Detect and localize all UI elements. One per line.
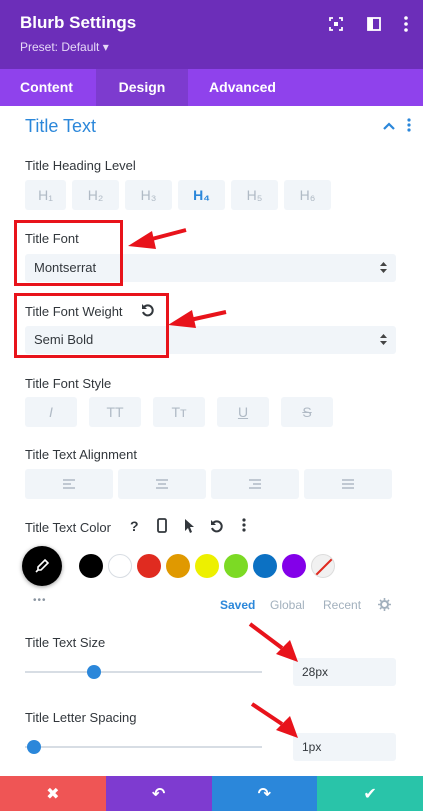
underline-button[interactable]: U bbox=[217, 397, 269, 427]
italic-button[interactable]: I bbox=[25, 397, 77, 427]
text-size-slider-handle[interactable] bbox=[86, 665, 101, 679]
font-style-options: I TT Tт U S bbox=[25, 397, 333, 427]
strikethrough-button[interactable]: S bbox=[281, 397, 333, 427]
settings-header: Blurb Settings Preset: Default ▾ bbox=[0, 0, 423, 69]
expand-icon[interactable] bbox=[326, 14, 346, 34]
tab-design[interactable]: Design bbox=[96, 69, 188, 106]
save-check-icon: ✔ bbox=[363, 785, 377, 803]
title-font-style-label: Title Font Style bbox=[25, 376, 112, 391]
title-text-size-label: Title Text Size bbox=[25, 635, 106, 650]
heading-option-h2[interactable]: H₂ bbox=[72, 180, 119, 210]
preset-selector[interactable]: Preset: Default ▾ bbox=[20, 40, 109, 54]
sidebar-toggle-icon[interactable] bbox=[364, 14, 384, 34]
undo-icon: ↶ bbox=[151, 785, 166, 803]
mobile-icon[interactable] bbox=[157, 518, 167, 538]
palette-settings-gear-icon[interactable] bbox=[378, 598, 391, 616]
smallcaps-button[interactable]: Tт bbox=[153, 397, 205, 427]
footer-actions: ✖ ↶ ↷ ✔ bbox=[0, 776, 423, 811]
heading-level-options: H₁ H₂ H₃ H₄ H₅ H₆ bbox=[25, 180, 331, 210]
heading-option-h4[interactable]: H₄ bbox=[178, 180, 225, 210]
alignment-options bbox=[25, 469, 392, 499]
close-icon: ✖ bbox=[46, 785, 60, 803]
select-caret-icon bbox=[380, 326, 387, 354]
color-swatch-red[interactable] bbox=[137, 554, 161, 578]
color-swatch-blue[interactable] bbox=[253, 554, 277, 578]
text-size-input[interactable]: 28px bbox=[293, 658, 396, 686]
color-swatch-white[interactable] bbox=[108, 554, 132, 578]
section-title[interactable]: Title Text bbox=[25, 116, 96, 137]
color-picker-eyedropper[interactable] bbox=[22, 546, 62, 586]
color-swatch-orange[interactable] bbox=[166, 554, 190, 578]
title-text-alignment-label: Title Text Alignment bbox=[25, 447, 137, 462]
color-swatch-yellow[interactable] bbox=[195, 554, 219, 578]
no-color-swatch-icon[interactable] bbox=[311, 554, 335, 578]
annotation-box-title-font bbox=[14, 220, 123, 286]
modal-title: Blurb Settings bbox=[20, 13, 137, 32]
align-left-icon[interactable] bbox=[25, 469, 113, 499]
help-icon[interactable]: ? bbox=[130, 518, 139, 534]
tab-content[interactable]: Content bbox=[0, 69, 93, 106]
settings-tabs: Content Design Advanced bbox=[0, 69, 423, 106]
align-center-icon[interactable] bbox=[118, 469, 206, 499]
close-button[interactable]: ✖ bbox=[0, 776, 106, 811]
title-letter-spacing-label: Title Letter Spacing bbox=[25, 710, 137, 725]
redo-button[interactable]: ↷ bbox=[211, 776, 318, 811]
eyedropper-icon bbox=[35, 558, 50, 573]
annotation-arrow-title-font bbox=[128, 231, 156, 249]
palette-tab-recent[interactable]: Recent bbox=[323, 598, 361, 612]
chevron-up-icon[interactable] bbox=[383, 118, 395, 134]
align-justify-icon[interactable] bbox=[304, 469, 392, 499]
color-swatch-purple[interactable] bbox=[282, 554, 306, 578]
title-text-color-label: Title Text Color bbox=[25, 520, 111, 535]
redo-icon: ↷ bbox=[257, 785, 272, 803]
text-size-slider-track[interactable] bbox=[25, 671, 262, 673]
heading-option-h6[interactable]: H₆ bbox=[284, 180, 331, 210]
align-right-icon[interactable] bbox=[211, 469, 299, 499]
hover-cursor-icon[interactable] bbox=[184, 518, 195, 538]
vertical-dots-icon[interactable] bbox=[407, 118, 411, 135]
heading-option-h5[interactable]: H₅ bbox=[231, 180, 278, 210]
tab-advanced[interactable]: Advanced bbox=[190, 69, 295, 106]
more-icon[interactable] bbox=[242, 518, 246, 537]
more-colors-icon[interactable]: ••• bbox=[33, 595, 47, 606]
heading-option-h1[interactable]: H₁ bbox=[25, 180, 66, 210]
palette-tab-global[interactable]: Global bbox=[270, 598, 305, 612]
annotation-box-font-weight bbox=[14, 293, 169, 358]
select-caret-icon bbox=[380, 254, 387, 282]
color-swatch-black[interactable] bbox=[79, 554, 103, 578]
letter-spacing-slider-handle[interactable] bbox=[27, 740, 42, 754]
heading-option-h3[interactable]: H₃ bbox=[125, 180, 172, 210]
palette-tab-saved[interactable]: Saved bbox=[220, 598, 255, 612]
reset-icon[interactable] bbox=[210, 519, 224, 538]
color-swatch-green[interactable] bbox=[224, 554, 248, 578]
letter-spacing-input[interactable]: 1px bbox=[293, 733, 396, 761]
more-options-icon[interactable] bbox=[396, 14, 416, 34]
heading-level-label: Title Heading Level bbox=[25, 158, 136, 173]
save-button[interactable]: ✔ bbox=[317, 776, 423, 811]
uppercase-button[interactable]: TT bbox=[89, 397, 141, 427]
undo-button[interactable]: ↶ bbox=[105, 776, 212, 811]
letter-spacing-slider-track[interactable] bbox=[25, 746, 262, 748]
